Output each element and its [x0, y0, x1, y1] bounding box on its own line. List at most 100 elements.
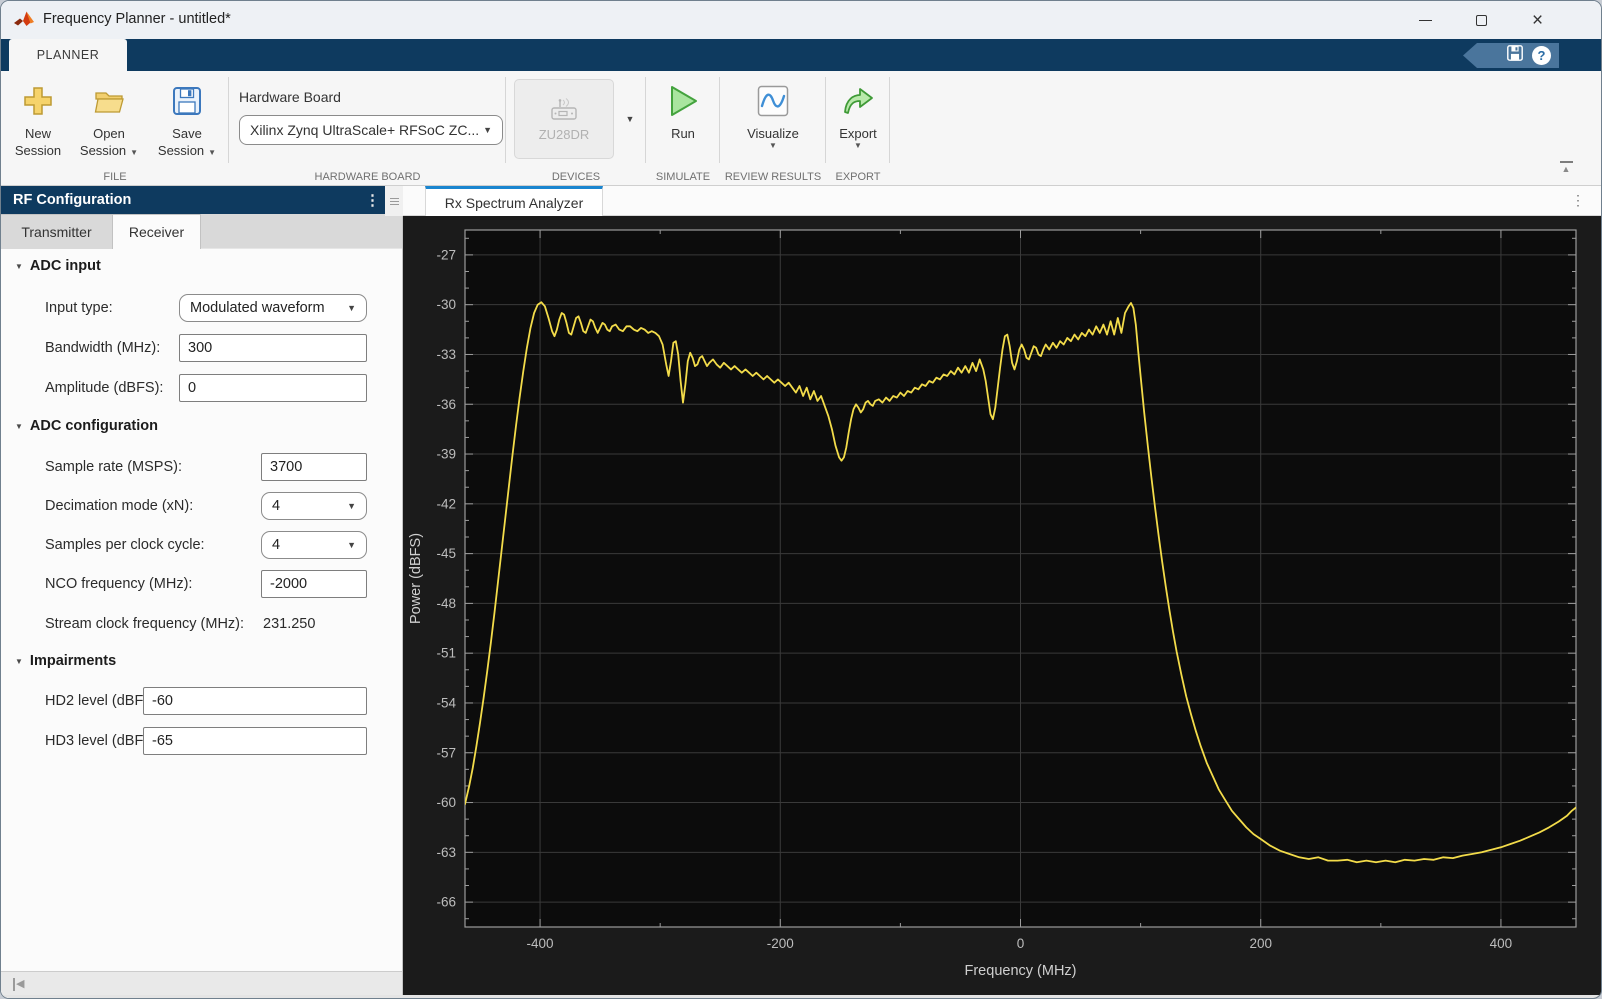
rf-configuration-panel: RF Configuration ⋮ Transmitter Receiver …	[1, 186, 403, 998]
sample-rate-label: Sample rate (MSPS):	[45, 459, 182, 475]
run-button[interactable]: Run	[655, 81, 711, 142]
input-type-value: Modulated waveform	[190, 300, 325, 316]
minimize-button[interactable]	[1402, 1, 1449, 39]
decimation-label: Decimation mode (xN):	[45, 498, 194, 514]
help-button[interactable]: ?	[1532, 46, 1551, 65]
collapse-triangle-icon: ▼	[15, 421, 23, 431]
caret-down-icon: ▼	[347, 303, 356, 313]
run-label: Run	[671, 126, 695, 141]
panel-title: RF Configuration	[13, 192, 132, 208]
devices-group-label: DEVICES	[551, 171, 601, 183]
device-dropdown-button[interactable]: ▼	[620, 103, 640, 135]
ribbon-group-export: Export ▼ EXPORT	[826, 71, 890, 185]
caret-down-icon: ▼	[483, 125, 492, 135]
floppy-icon	[172, 81, 202, 121]
panel-tabbar: Transmitter Receiver	[1, 214, 402, 249]
group-separator	[889, 77, 890, 163]
svg-text:-54: -54	[436, 695, 456, 710]
plus-icon	[23, 81, 53, 121]
panel-scrollbar[interactable]: ◀	[1, 971, 402, 997]
section-title: Impairments	[29, 653, 117, 669]
svg-text:-33: -33	[436, 347, 456, 362]
collapse-up-icon: ▲	[1561, 164, 1571, 174]
ribbon-group-review: Visualize ▼ REVIEW RESULTS	[720, 71, 826, 185]
new-session-button[interactable]: New Session	[7, 81, 69, 159]
svg-text:-45: -45	[436, 546, 456, 561]
device-name: ZU28DR	[538, 126, 590, 142]
section-impairments[interactable]: ▼ Impairments	[15, 653, 116, 669]
rx-spectrum-chart: -400 -200 0 200 400 -27 -30 -33 -36 -39 -42 -45 -48 -…	[403, 216, 1601, 998]
hardware-board-dropdown[interactable]: Xilinx Zynq UltraScale+ RFSoC ZC... ▼	[239, 115, 503, 145]
splitter-grip[interactable]	[385, 186, 403, 216]
visualize-button[interactable]: Visualize ▼	[733, 81, 813, 150]
open-session-label-1: Open	[93, 126, 125, 141]
hardware-board-value: Xilinx Zynq UltraScale+ RFSoC ZC...	[250, 122, 480, 138]
nco-frequency-field[interactable]	[261, 570, 367, 598]
hd3-level-field[interactable]	[143, 727, 367, 755]
collapse-triangle-icon: ▼	[15, 656, 23, 666]
spectrum-plot: -400 -200 0 200 400 -27 -30 -33 -36 -39 -42 -45 -48 -…	[403, 216, 1601, 998]
open-session-button[interactable]: Open Session ▼	[71, 81, 147, 161]
svg-text:Power (dBFS): Power (dBFS)	[408, 533, 424, 624]
tab-planner[interactable]: PLANNER	[9, 39, 127, 71]
hd2-level-field[interactable]	[143, 687, 367, 715]
new-session-label-1: New	[24, 126, 51, 141]
svg-text:-66: -66	[436, 895, 456, 910]
svg-text:-42: -42	[436, 496, 456, 511]
svg-text:-39: -39	[436, 447, 456, 462]
hardware-board-label: Hardware Board	[239, 89, 341, 105]
svg-text:-27: -27	[436, 247, 456, 262]
tab-rx-spectrum-analyzer[interactable]: Rx Spectrum Analyzer	[425, 186, 603, 216]
save-session-label-1: Save	[172, 126, 202, 141]
export-button[interactable]: Export ▼	[830, 81, 886, 150]
device-zu28dr-button[interactable]: ZU28DR	[514, 79, 614, 159]
document-menu-button[interactable]: ⋮	[1571, 192, 1585, 209]
samples-per-clock-value: 4	[272, 537, 281, 553]
collapse-ribbon-button[interactable]: ▲	[1553, 161, 1579, 179]
decimation-value: 4	[272, 498, 281, 514]
close-button[interactable]: ×	[1514, 1, 1561, 39]
caret-down-icon: ▼	[769, 141, 777, 150]
svg-text:-30: -30	[436, 297, 456, 312]
input-type-dropdown[interactable]: Modulated waveform ▼	[179, 294, 367, 322]
caret-down-icon: ▼	[130, 148, 139, 157]
file-group-label: FILE	[103, 171, 127, 183]
quick-save-button[interactable]	[1506, 44, 1524, 67]
section-adc-input[interactable]: ▼ ADC input	[15, 258, 101, 274]
caret-down-icon: ▼	[208, 148, 217, 157]
ribbon-tabstrip: PLANNER ?	[1, 39, 1601, 71]
tab-transmitter[interactable]: Transmitter	[1, 214, 113, 249]
maximize-button[interactable]	[1458, 1, 1505, 39]
save-session-button[interactable]: Save Session ▼	[149, 81, 225, 161]
sample-rate-field[interactable]	[261, 453, 367, 481]
export-label: Export	[839, 126, 877, 141]
samples-per-clock-dropdown[interactable]: 4 ▼	[261, 531, 367, 559]
app-window: Frequency Planner - untitled* × PLANNER …	[0, 0, 1602, 999]
svg-text:-63: -63	[436, 845, 456, 860]
svg-text:-57: -57	[436, 745, 456, 760]
quick-access-toolbar: ?	[1463, 43, 1559, 68]
svg-text:-36: -36	[436, 397, 456, 412]
simulate-group-label: SIMULATE	[655, 171, 711, 183]
section-adc-configuration[interactable]: ▼ ADC configuration	[15, 418, 158, 434]
caret-down-icon: ▼	[854, 141, 862, 150]
open-session-label-2: Session ▼	[79, 143, 139, 158]
review-group-label: REVIEW RESULTS	[724, 171, 822, 183]
ribbon-group-hardware: Hardware Board Xilinx Zynq UltraScale+ R…	[229, 71, 506, 185]
visualize-icon	[757, 81, 789, 121]
hardware-group-label: HARDWARE BOARD	[314, 171, 421, 183]
new-session-label-2: Session	[14, 143, 62, 158]
amplitude-label: Amplitude (dBFS):	[45, 380, 164, 396]
ribbon-group-devices: ZU28DR ▼ DEVICES	[506, 71, 646, 185]
amplitude-field[interactable]	[179, 374, 367, 402]
export-icon	[841, 81, 875, 121]
panel-menu-button[interactable]: ⋮	[365, 191, 380, 209]
decimation-dropdown[interactable]: 4 ▼	[261, 492, 367, 520]
tab-receiver[interactable]: Receiver	[113, 214, 201, 249]
window-title: Frequency Planner - untitled*	[43, 11, 231, 27]
bandwidth-field[interactable]	[179, 334, 367, 362]
ribbon: New Session Open Session ▼ Save Session …	[1, 71, 1601, 186]
ribbon-group-file: New Session Open Session ▼ Save Session …	[1, 71, 229, 185]
input-type-label: Input type:	[45, 300, 113, 316]
section-title: ADC configuration	[29, 418, 158, 434]
